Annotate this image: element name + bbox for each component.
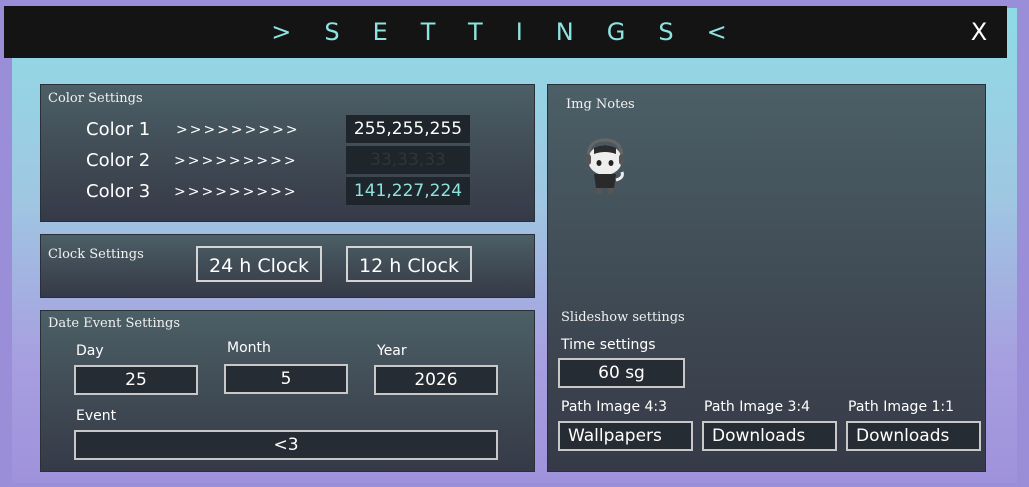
month-field[interactable]: 5: [224, 364, 348, 394]
color-2-arrows: >>>>>>>>>: [174, 153, 298, 169]
path-34-field[interactable]: Downloads: [702, 421, 837, 451]
date-event-title: Date Event Settings: [48, 316, 181, 331]
day-field[interactable]: 25: [74, 365, 198, 395]
title-bar: >SETTINGS< X: [4, 6, 1007, 58]
month-label: Month: [227, 340, 271, 356]
color-settings-title: Color Settings: [48, 91, 143, 106]
mascot-image: [585, 138, 625, 194]
slideshow-title: Slideshow settings: [561, 310, 685, 325]
color-3-value[interactable]: 141,227,224: [346, 177, 470, 205]
path-11-label: Path Image 1:1: [848, 399, 955, 415]
path-11-field[interactable]: Downloads: [846, 421, 981, 451]
clock-settings-title: Clock Settings: [48, 247, 144, 262]
window-title: >SETTINGS<: [271, 18, 760, 46]
color-1-value[interactable]: 255,255,255: [346, 115, 470, 143]
color-2-value[interactable]: 33,33,33: [346, 146, 470, 174]
path-43-label: Path Image 4:3: [561, 399, 668, 415]
year-field[interactable]: 2026: [374, 365, 498, 395]
color-1-label: Color 1: [86, 119, 151, 140]
event-label: Event: [76, 408, 117, 424]
year-label: Year: [377, 343, 407, 359]
close-button[interactable]: X: [965, 16, 993, 48]
time-settings-field[interactable]: 60 sg: [558, 358, 685, 388]
12h-clock-button[interactable]: 12 h Clock: [346, 246, 472, 282]
color-1-arrows: >>>>>>>>>: [176, 122, 300, 138]
event-field[interactable]: <3: [74, 430, 498, 460]
path-43-field[interactable]: Wallpapers: [558, 421, 693, 451]
img-notes-title: Img Notes: [566, 97, 635, 112]
time-settings-label: Time settings: [561, 337, 656, 353]
color-3-label: Color 3: [86, 181, 151, 202]
color-3-arrows: >>>>>>>>>: [174, 184, 298, 200]
color-2-label: Color 2: [86, 150, 151, 171]
24h-clock-button[interactable]: 24 h Clock: [196, 246, 322, 282]
path-34-label: Path Image 3:4: [704, 399, 811, 415]
day-label: Day: [76, 343, 104, 359]
